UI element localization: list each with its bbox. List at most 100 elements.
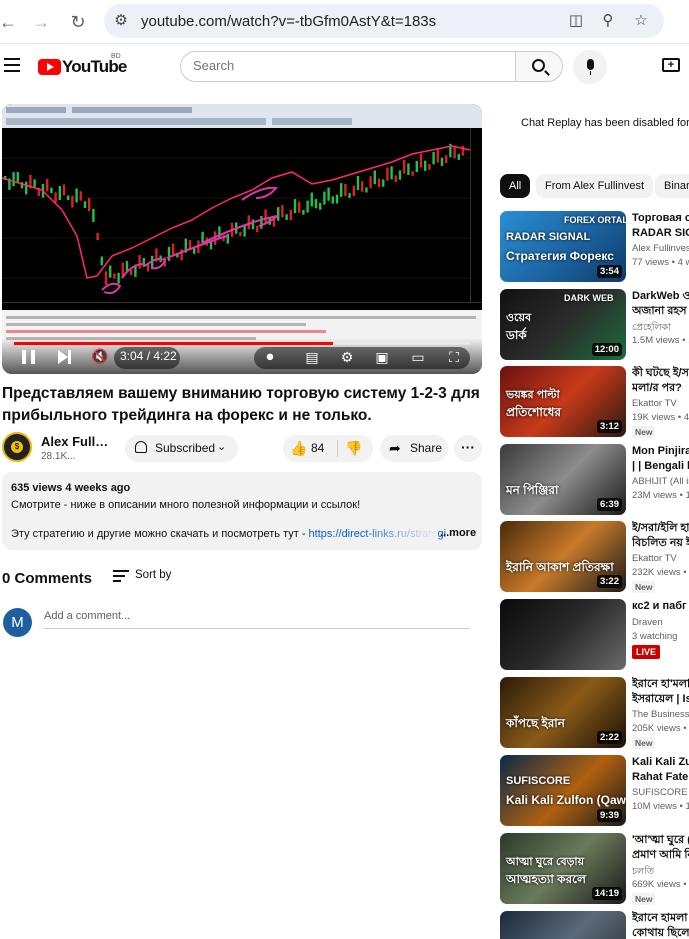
more-actions-button[interactable]: ···: [454, 435, 482, 462]
channel-avatar[interactable]: $: [2, 432, 32, 462]
search-input[interactable]: [193, 58, 493, 73]
back-arrow-icon[interactable]: ←: [0, 10, 20, 34]
recommendation-channel[interactable]: প্রেহেলিকা: [632, 321, 689, 336]
recommendation-title[interactable]: DarkWeb ও I অজানা রহস: [632, 289, 689, 319]
sort-by-button[interactable]: Sort by: [135, 569, 171, 581]
recommendation-item[interactable]: কাঁপছে ইরান 2:22 ইরানে হা'মলা ইসরায়েল | Is…: [500, 677, 689, 750]
forward-arrow-icon[interactable]: →: [29, 10, 53, 34]
recommendation-item[interactable]: кс2 и пабг Draven 3 watching LIVE: [500, 599, 689, 672]
candle: [243, 225, 246, 237]
candle: [440, 157, 444, 166]
recommendation-channel[interactable]: চলতি: [632, 865, 689, 880]
recommendation-item[interactable]: Стратегия Форекс RADAR SIGNAL FOREX ORTAL 3…: [500, 211, 689, 284]
candle: [373, 170, 376, 185]
recommendation-item[interactable]: ইরানি আকাশ প্রতিরক্ষা 3:22 ই/সরা/ইলি হা বিচ…: [500, 521, 689, 594]
recommendation-item[interactable]: Kali Kali Zulfon (Qawwali)SUFISCORE9:39K…: [500, 755, 689, 828]
description-line-1: Смотрите - ниже в описании много полезно…: [11, 499, 361, 511]
next-video-icon[interactable]: [58, 350, 71, 364]
theater-mode-icon[interactable]: ▭: [410, 350, 426, 364]
recommendation-item[interactable]: ইরানে হামলা কোথায় ছিলে: [500, 911, 689, 939]
candle: [83, 201, 87, 209]
recommendation-channel[interactable]: Ekattor TV: [632, 398, 689, 409]
video-player[interactable]: 🔇 3:04 / 4:22 ⚫ ▤ ⚙ ▣ ▭ ⛶: [2, 104, 482, 374]
candle: [67, 195, 70, 201]
show-more-button[interactable]: ...more: [440, 527, 476, 539]
recommendation-thumbnail[interactable]: ডার্ক ওয়েব DARK WEB 12:00: [500, 289, 626, 360]
bookmark-star-icon[interactable]: ☆: [631, 11, 651, 31]
reload-icon[interactable]: ↻: [66, 10, 90, 34]
user-avatar[interactable]: M: [3, 608, 32, 637]
thumbnail-text: ওয়েব: [506, 312, 532, 324]
autoplay-toggle-icon[interactable]: ⚫: [262, 350, 278, 364]
new-badge: New: [632, 426, 656, 438]
voice-search-button[interactable]: [573, 50, 607, 84]
share-button[interactable]: ➦ Share: [380, 435, 448, 462]
recommendation-thumbnail[interactable]: [500, 599, 626, 670]
candle: [445, 155, 448, 164]
pause-icon[interactable]: [22, 350, 35, 364]
chip-from-channel[interactable]: From Alex Fullinvest: [536, 174, 654, 198]
recommendation-thumbnail[interactable]: ইরানি আকাশ প্রতিরক্ষা 3:22: [500, 521, 626, 592]
recommendation-title[interactable]: 'আ'ত্মা ঘুরে (প্রমাণ আমি নি: [632, 833, 689, 863]
recommendation-channel[interactable]: The Business S: [632, 709, 689, 720]
recommendation-item[interactable]: আত্মহত্যা করলে আত্মা ঘুরে বেড়ায় 14:19 'আ'…: [500, 833, 689, 906]
recommendation-title[interactable]: Торговая си RADAR SIGN: [632, 211, 689, 241]
description-box[interactable]: 635 views 4 weeks ago Смотрите - ниже в …: [2, 472, 482, 550]
subscribed-button[interactable]: Subscribed ⌄: [125, 435, 238, 462]
subtitles-icon[interactable]: ▤: [304, 350, 320, 364]
recommendation-title[interactable]: Kali Kali Zulf Rahat Fateh: [632, 755, 689, 785]
candle: [340, 183, 343, 197]
recommendation-channel[interactable]: ABHIJIT (All in: [632, 476, 689, 487]
fullscreen-icon[interactable]: ⛶: [446, 350, 462, 364]
address-bar[interactable]: ⚙ youtube.com/watch?v=-tbGfm0AstY&t=183s…: [104, 4, 664, 38]
recommendation-title[interactable]: кс2 и пабг: [632, 599, 689, 614]
recommendation-item[interactable]: মন পিঞ্জিরা 6:39 Mon Pinjira | | Bengali lo…: [500, 444, 689, 517]
recommendation-thumbnail[interactable]: প্রতিশোধের ভয়ঙ্কর পাল্টা 3:12: [500, 366, 626, 437]
settings-gear-icon[interactable]: ⚙: [339, 350, 355, 364]
candle: [298, 201, 301, 213]
mute-icon[interactable]: 🔇: [91, 349, 108, 363]
recommendation-item[interactable]: ডার্ক ওয়েব DARK WEB 12:00 DarkWeb ও I অজানা …: [500, 289, 689, 362]
candle: [419, 153, 423, 168]
recommendation-channel[interactable]: Draven: [632, 617, 689, 628]
like-thumb-icon[interactable]: 👍: [290, 441, 307, 456]
dislike-thumb-icon[interactable]: 👎: [345, 441, 362, 456]
like-divider: [337, 440, 338, 457]
comment-input[interactable]: [44, 610, 470, 629]
search-box: [180, 51, 516, 82]
recommendation-title-line: বিচলিত নয় ই: [632, 537, 689, 549]
recommendation-title[interactable]: কী ঘটছে ই/স মলা/র পর?: [632, 366, 689, 396]
recommendation-channel[interactable]: Ekattor TV: [632, 553, 689, 564]
miniplayer-icon[interactable]: ▣: [374, 350, 390, 364]
search-button[interactable]: [515, 51, 563, 82]
chip-binary[interactable]: Binar: [655, 174, 689, 198]
menu-icon[interactable]: [4, 58, 20, 72]
recommendation-thumbnail[interactable]: Kali Kali Zulfon (Qawwali) SUFISCORE 9:39: [500, 755, 626, 826]
recommendation-title[interactable]: ইরানে হামলা কোথায় ছিলে: [632, 911, 689, 939]
install-app-icon[interactable]: ◫: [566, 11, 586, 31]
recommendation-item[interactable]: প্রতিশোধের ভয়ঙ্কর পাল্টা 3:12 কী ঘটছে ই/স ম…: [500, 366, 689, 439]
recommendation-title[interactable]: Mon Pinjira | | Bengali lo: [632, 444, 689, 474]
recommendation-channel[interactable]: SUFISCORE: [632, 787, 689, 798]
channel-name[interactable]: Alex Fullinvest: [41, 434, 109, 449]
candle: [314, 199, 318, 209]
recommendation-thumbnail[interactable]: [500, 911, 626, 939]
recommendation-thumbnail[interactable]: কাঁপছে ইরান 2:22: [500, 677, 626, 748]
site-info-icon[interactable]: ⚙: [111, 11, 131, 31]
recommendation-thumbnail[interactable]: Стратегия Форекс RADAR SIGNAL FOREX ORTAL 3…: [500, 211, 626, 282]
recommendation-title-line: প্রমাণ আমি নি: [632, 849, 689, 861]
candle: [386, 167, 389, 181]
chip-all[interactable]: All: [500, 174, 531, 198]
candle: [415, 160, 418, 173]
zoom-icon[interactable]: ⚲: [598, 11, 618, 31]
recommendation-thumbnail[interactable]: মন পিঞ্জিরা 6:39: [500, 444, 626, 515]
candle: [327, 187, 330, 201]
candle: [461, 145, 465, 156]
progress-bar[interactable]: [14, 342, 470, 345]
recommendation-channel[interactable]: Alex Fullinvest: [632, 243, 689, 254]
create-video-icon[interactable]: +: [662, 58, 680, 72]
recommendation-thumbnail[interactable]: আত্মহত্যা করলে আত্মা ঘুরে বেড়ায় 14:19: [500, 833, 626, 904]
sort-icon[interactable]: [113, 570, 129, 582]
recommendation-title[interactable]: ইরানে হা'মলা ইসরায়েল | Is: [632, 677, 689, 707]
recommendation-title[interactable]: ই/সরা/ইলি হা বিচলিত নয় ই: [632, 521, 689, 551]
